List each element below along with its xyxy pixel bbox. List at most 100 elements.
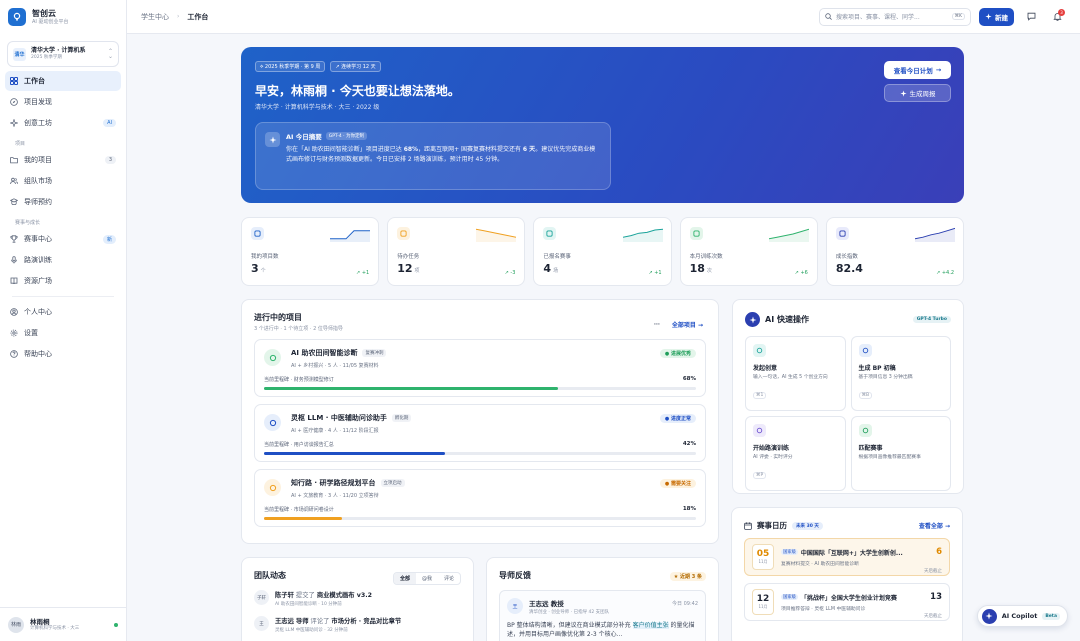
project-members: 5 人 — [328, 363, 338, 369]
mentor-info: 清华创业 · 创业导师 · 已指导 42 支团队 — [529, 610, 610, 615]
stat-card-pending-tasks[interactable]: 待办任务 12 项 ↗ -3 — [387, 217, 526, 286]
activity-item[interactable]: 王 王志远 导师 评论了 市场分析 · 竞品对比章节 灵枢 LLM 中医辅助问诊… — [254, 616, 461, 633]
calendar-event[interactable]: 05 11月 国家级 中国国际「互联网+」大学生创新创... 复赛材料提交 · AI… — [744, 538, 950, 576]
quick-generate-bp[interactable]: 生成 BP 初稿 基于项目信息 3 分钟出稿 ⌘B — [850, 336, 951, 411]
activity-project: 灵枢 LLM 中医辅助问诊 — [275, 628, 323, 633]
divider — [12, 296, 114, 297]
stat-value: 18 — [689, 262, 705, 275]
quick-pitch-training[interactable]: 开始路演训练 AI 评委 · 实时评分 ⌘P — [745, 416, 846, 491]
stat-value: 4 — [543, 262, 552, 275]
tab-comments[interactable]: 评论 — [438, 573, 460, 584]
quick-tile-title: 生成 BP 初稿 — [858, 365, 896, 372]
all-projects-link[interactable]: 全部项目 → — [672, 320, 703, 329]
help-icon — [10, 350, 18, 358]
stat-label: 本月训练次数 — [689, 254, 723, 260]
progress-bar — [264, 517, 696, 520]
main-area: 学生中心 › 工作台 搜索项目、赛事、课程、同学... ⌘K 新建 3 ⟡ 20… — [127, 0, 1080, 641]
progress-bar — [264, 387, 696, 390]
more-icon[interactable]: ⋯ — [654, 321, 660, 328]
quick-tile-desc: AI 评委 · 实时评分 — [753, 455, 793, 460]
streak-chip-label: 连续学习 12 天 — [341, 64, 376, 70]
progress-bar — [264, 452, 696, 455]
quick-new-idea[interactable]: 发起创意 输入一句话，AI 生成 5 个创业方向 ⌘1 — [745, 336, 846, 411]
new-button[interactable]: 新建 — [979, 7, 1014, 26]
project-status-badge: ● 进度正常 — [659, 414, 696, 423]
new-badge: 新 — [102, 234, 116, 244]
calendar-event[interactable]: 12 11月 国家级 「挑战杯」全国大学生创业计划竞赛 项目推荐答辩 · 灵枢 LL… — [744, 583, 950, 621]
leaf-icon — [264, 349, 281, 366]
school-switcher[interactable]: 清华 清华大学 · 计算机系 2025 秋季学期 ⌃ ⌄ — [7, 41, 119, 67]
user-info: 计算机科学与技术 · 大三 — [30, 625, 80, 631]
sparkle-icon — [981, 608, 997, 624]
breadcrumb-root[interactable]: 学生中心 — [141, 12, 169, 22]
brand[interactable]: 智创云 AI 驱动创业平台 — [0, 0, 126, 34]
stat-delta-value: +1 — [654, 270, 662, 276]
project-item[interactable]: 灵枢 LLM · 中医辅助问诊助手 孵化期 AI + 医疗健康 · 4 人 · 1… — [254, 404, 706, 462]
stat-card-competitions[interactable]: 已报名赛事 4场 ↗ +1 — [533, 217, 672, 286]
stats-row: 我的项目数 3个 ↗ +1 待办任务 12 项 ↗ -3 已报名赛事 4场 ↗ +… — [241, 217, 965, 286]
nav-team-market[interactable]: 组队市场 — [5, 171, 121, 191]
search-input[interactable]: 搜索项目、赛事、课程、同学... ⌘K — [819, 7, 971, 26]
trend-up-icon — [835, 227, 849, 240]
folder-icon — [10, 157, 18, 164]
ai-copilot-button[interactable]: AI Copilot Beta — [976, 605, 1068, 627]
nav-section-label: 赛事与成长 — [15, 220, 41, 226]
project-milestone: 当前里程碑 · 市场调研问卷设计 — [264, 507, 334, 513]
nav-discover[interactable]: 项目发现 — [5, 92, 121, 112]
view-plan-button[interactable]: 查看今日计划 → — [884, 61, 951, 79]
activity-time: 32 分钟前 — [327, 628, 348, 633]
actor-name: 陈子轩 — [275, 592, 294, 599]
nav-label: 资源广场 — [24, 277, 52, 285]
notifications-button[interactable]: 3 — [1048, 8, 1066, 26]
project-item[interactable]: 知行路 · 研学路径规划平台 立项启动 AI + 文旅教育 · 3 人 · 11/… — [254, 469, 706, 527]
sparkle-icon — [10, 119, 18, 127]
nav-resources[interactable]: 资源广场 — [5, 271, 121, 291]
view-all-label: 查看全部 — [918, 523, 943, 530]
trophy-icon — [543, 227, 557, 240]
view-all-link[interactable]: 查看全部 → — [919, 521, 950, 530]
new-button-label: 新建 — [995, 13, 1008, 22]
nav-label: 导师预约 — [24, 198, 52, 206]
nav-workbench[interactable]: 工作台 — [5, 71, 121, 91]
nav-help[interactable]: 帮助中心 — [5, 344, 121, 364]
brand-tagline: AI 驱动创业平台 — [32, 18, 69, 25]
nav-settings[interactable]: 设置 — [5, 323, 121, 343]
feedback-text: BP 整体结构清晰，但建议在商业模式部分补充 — [507, 622, 633, 629]
stat-card-growth-index[interactable]: 成长指数 82.4 ↗ +4.2 — [825, 217, 965, 286]
nav-label: 我的项目 — [24, 156, 52, 164]
stat-card-my-projects[interactable]: 我的项目数 3个 ↗ +1 — [241, 217, 380, 286]
project-item[interactable]: AI 助农田间智能诊断 复赛冲刺 AI + 乡村振兴 · 5 人 · 11/05 … — [254, 339, 706, 397]
nav-mentor-booking[interactable]: 导师预约 — [5, 192, 121, 212]
nav-pitch-training[interactable]: 路演训练 — [5, 250, 121, 270]
project-status-badge: ● 进展优秀 — [659, 349, 696, 358]
generate-report-button[interactable]: 生成周报 — [884, 84, 951, 102]
calendar-icon — [744, 521, 752, 530]
nav-idea-workshop[interactable]: 创意工坊 AI — [5, 113, 121, 133]
sparkline — [476, 228, 517, 242]
tab-mentions[interactable]: @我 — [416, 573, 438, 584]
tab-all[interactable]: 全部 — [393, 573, 416, 584]
current-user[interactable]: 林雨 林雨桐 计算机科学与技术 · 大三 — [0, 607, 126, 641]
nav-my-projects[interactable]: 我的项目 3 — [5, 150, 121, 170]
activity-time: 10 分钟前 — [321, 602, 342, 607]
event-days-label: 天后截止 — [924, 569, 942, 574]
sparkline — [330, 230, 371, 242]
stat-delta: ↗ +6 — [794, 270, 808, 276]
online-status-dot — [114, 622, 118, 627]
nav-label: 项目发现 — [24, 98, 52, 106]
greeting-title: 早安，林雨桐 · 今天也要让想法落地。 — [255, 84, 460, 98]
stat-card-training[interactable]: 本月训练次数 18 次 ↗ +6 — [679, 217, 818, 286]
project-stage-tag: 立项启动 — [380, 479, 405, 487]
project-members: 4 人 — [328, 428, 338, 434]
avatar: 王 — [254, 616, 269, 631]
quick-match-competition[interactable]: 匹配赛事 根据项目画像推荐最匹配赛事 — [850, 416, 951, 491]
nav-competitions[interactable]: 赛事中心 新 — [5, 229, 121, 249]
feedback-item[interactable]: 王 王志远 教授 清华创业 · 创业导师 · 已指导 42 支团队 今日 09:… — [499, 590, 706, 641]
activity-item[interactable]: 子轩 陈子轩 提交了 商业模式画布 v3.2 AI 助农田间智能诊断 · 10 … — [254, 590, 461, 607]
nav-profile[interactable]: 个人中心 — [5, 302, 121, 322]
project-status-badge: ● 需要关注 — [659, 479, 696, 488]
event-days-left: 6 — [936, 547, 942, 557]
trophy-icon — [858, 424, 872, 437]
quick-tile-title: 发起创意 — [753, 365, 778, 372]
messages-button[interactable] — [1022, 8, 1040, 26]
